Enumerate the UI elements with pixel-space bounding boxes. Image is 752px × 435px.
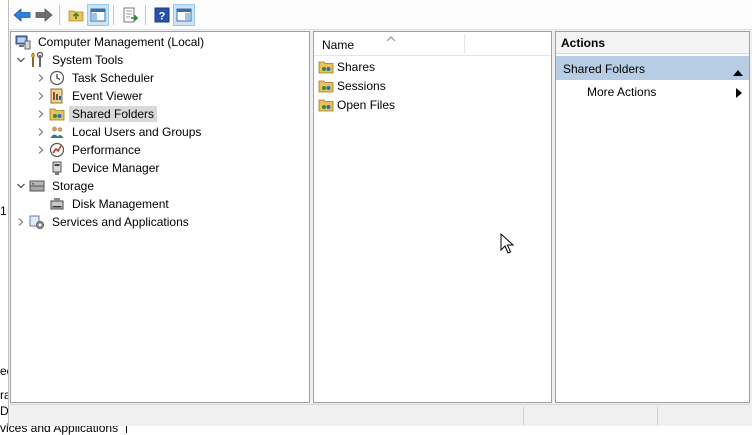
list-column-header[interactable]: Name	[314, 32, 551, 56]
forward-button[interactable]	[33, 4, 55, 26]
event-viewer-icon	[49, 88, 65, 104]
submenu-arrow-icon	[736, 87, 742, 101]
list-item-sessions[interactable]: Sessions	[318, 77, 386, 95]
sort-ascending-icon	[386, 31, 396, 45]
tree-item-shared-folders[interactable]: Shared Folders	[35, 105, 158, 123]
tree-item-task-scheduler[interactable]: Task Scheduler	[35, 69, 157, 87]
tree-item-label: Storage	[52, 179, 95, 193]
list-item-label: Sessions	[337, 79, 386, 93]
shared-folder-icon	[318, 97, 334, 113]
actions-section-label: Shared Folders	[563, 62, 646, 76]
chevron-right-icon[interactable]	[35, 87, 47, 105]
status-divider	[523, 407, 524, 425]
console-tree-pane[interactable]: Computer Management (Local) System Tools…	[10, 31, 310, 403]
tree-item-label: Shared Folders	[69, 106, 158, 122]
toolbar-separator	[113, 5, 114, 25]
actions-pane: Actions Shared Folders More Actions	[555, 31, 750, 403]
actions-header: Actions	[556, 32, 749, 54]
collapse-up-icon[interactable]	[733, 65, 743, 79]
show-hide-console-tree-icon	[90, 8, 106, 22]
more-actions-item[interactable]: More Actions	[587, 85, 656, 99]
tree-item-services-and-applications[interactable]: Services and Applications	[15, 213, 192, 231]
tree-item-event-viewer[interactable]: Event Viewer	[35, 87, 145, 105]
tree-item-label: System Tools	[52, 53, 124, 67]
disk-icon	[49, 196, 65, 212]
chevron-down-icon[interactable]	[15, 51, 27, 69]
up-folder-icon	[68, 10, 84, 22]
tree-item-local-users-and-groups[interactable]: Local Users and Groups	[35, 123, 204, 141]
up-one-level-button[interactable]	[65, 4, 87, 26]
users-icon	[49, 124, 65, 140]
column-divider[interactable]	[464, 34, 465, 54]
chevron-down-icon[interactable]	[15, 177, 27, 195]
performance-icon	[49, 142, 65, 158]
chevron-right-icon[interactable]	[35, 105, 47, 123]
tree-item-label: Computer Management (Local)	[38, 35, 205, 49]
clock-icon	[49, 70, 65, 86]
chevron-right-icon[interactable]	[35, 123, 47, 141]
tree-item-device-manager[interactable]: Device Manager	[49, 159, 162, 177]
toolbar: ?	[9, 0, 752, 30]
tree-item-system-tools[interactable]: System Tools	[15, 51, 126, 69]
back-button[interactable]	[11, 4, 33, 26]
background-fragment: 1	[0, 204, 7, 218]
tree-item-label: Event Viewer	[72, 89, 143, 103]
forward-icon	[35, 8, 53, 22]
computer-management-icon	[15, 34, 31, 50]
shared-folder-icon	[49, 106, 65, 122]
svg-text:?: ?	[159, 11, 166, 23]
tree-item-disk-management[interactable]: Disk Management	[49, 195, 172, 213]
export-list-icon	[123, 7, 138, 23]
column-name-label[interactable]: Name	[322, 38, 354, 52]
shared-folder-icon	[318, 78, 334, 94]
show-hide-action-pane-icon	[176, 8, 192, 22]
export-list-button[interactable]	[119, 4, 141, 26]
tree-item-storage[interactable]: Storage	[15, 177, 97, 195]
tree-item-label: Disk Management	[72, 197, 169, 211]
tree-item-label: Local Users and Groups	[72, 125, 202, 139]
toolbar-separator	[59, 5, 60, 25]
back-icon	[13, 8, 31, 22]
tree-item-label: Device Manager	[72, 161, 160, 175]
services-icon	[29, 214, 45, 230]
toolbar-separator	[145, 5, 146, 25]
mouse-pointer-icon	[500, 232, 515, 258]
status-bar	[10, 404, 751, 426]
computer-management-window: ? Computer Management (Local) System Too…	[8, 0, 752, 426]
storage-icon	[29, 178, 45, 194]
list-item-label: Open Files	[337, 98, 396, 112]
help-icon: ?	[154, 7, 170, 23]
show-hide-action-pane-button[interactable]	[173, 4, 195, 26]
chevron-right-icon[interactable]	[35, 69, 47, 87]
device-manager-icon	[49, 160, 65, 176]
actions-section-shared-folders[interactable]: Shared Folders	[556, 56, 749, 80]
chevron-right-icon[interactable]	[15, 213, 27, 231]
show-hide-console-tree-button[interactable]	[87, 4, 109, 26]
help-button[interactable]: ?	[151, 4, 173, 26]
tree-item-label: Task Scheduler	[72, 71, 155, 85]
tree-item-computer-management[interactable]: Computer Management (Local)	[15, 33, 207, 51]
status-divider	[657, 407, 658, 425]
chevron-right-icon[interactable]	[35, 141, 47, 159]
tree-item-performance[interactable]: Performance	[35, 141, 144, 159]
shared-folder-icon	[318, 59, 334, 75]
results-list-pane[interactable]: Name Shares Sessions Open Files	[313, 31, 552, 403]
list-item-open-files[interactable]: Open Files	[318, 96, 395, 114]
list-item-label: Shares	[337, 60, 376, 74]
tree-item-label: Performance	[72, 143, 141, 157]
system-tools-icon	[29, 52, 45, 68]
tree-item-label: Services and Applications	[52, 215, 189, 229]
list-item-shares[interactable]: Shares	[318, 58, 375, 76]
